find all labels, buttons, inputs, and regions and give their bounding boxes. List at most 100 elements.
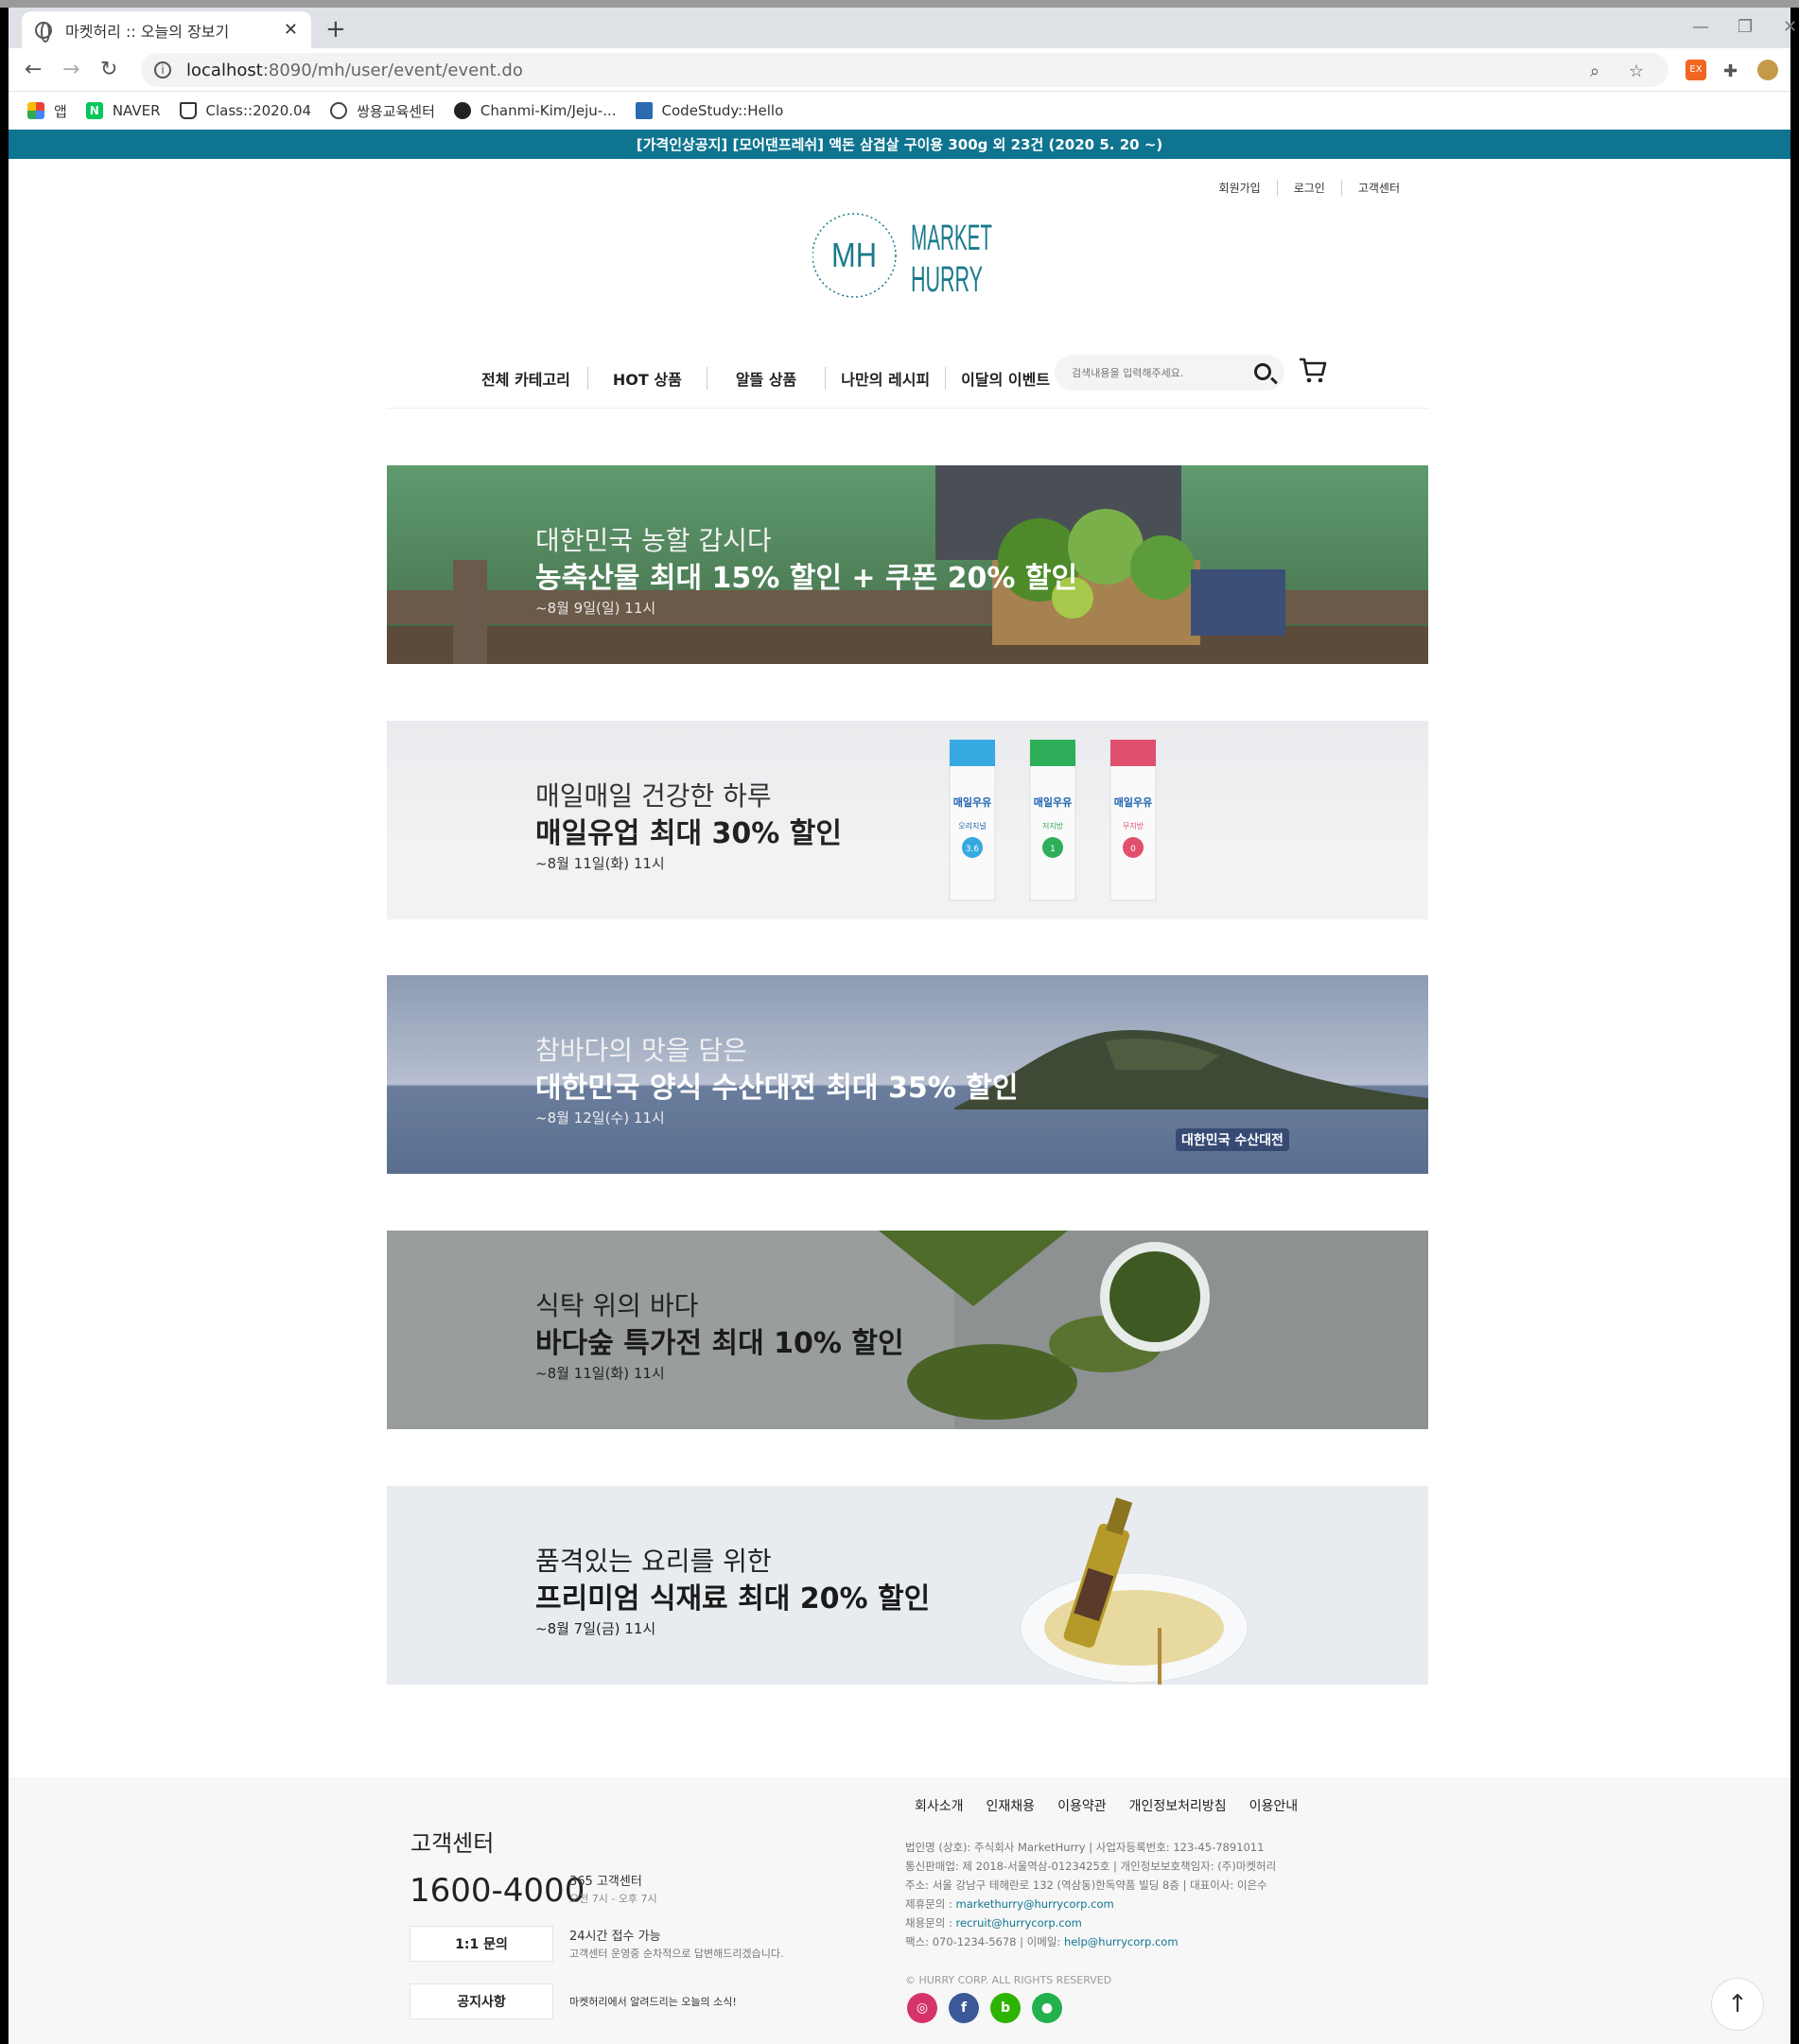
carton-tag: 무지방	[1123, 821, 1144, 830]
footer-link-guide[interactable]: 이용안내	[1249, 1796, 1299, 1815]
cart-icon[interactable]	[1298, 356, 1328, 384]
event-banner-seafood[interactable]: 참바다의 맛을 담은 대한민국 양식 수산대전 최대 35% 할인 ~8월 12…	[387, 975, 1428, 1174]
notice-text: [가격인상공지] [모어댄프레쉬] 액돈 삼겹살 구이용 300g 외 23건 …	[636, 136, 1163, 153]
top-links: 회원가입 로그인 고객센터	[1203, 180, 1416, 196]
bookmark-label: 쌍용교육센터	[357, 102, 435, 120]
close-window-icon[interactable]: ✕	[1783, 17, 1797, 37]
footer-links: 회사소개 인재채용 이용약관 개인정보처리방침 이용안내	[915, 1796, 1320, 1815]
banner-subtitle: 식탁 위의 바다	[535, 1290, 699, 1321]
partner-email-link[interactable]: markethurry@hurrycorp.com	[956, 1897, 1114, 1911]
address-bar[interactable]: i localhost:8090/mh/user/event/event.do	[141, 53, 1668, 87]
browser-tab[interactable]: 마켓허리 :: 오늘의 장보기 ✕	[22, 11, 311, 48]
site-logo[interactable]: MH MARKET HURRY	[812, 210, 992, 301]
zoom-icon[interactable]: ⌕	[1590, 61, 1599, 81]
event-banner-milk[interactable]: 매일우유 오리지널 3.6 매일우유 저지방 1 매일우유 무지방 0 매일매일…	[387, 721, 1428, 919]
footer-link-terms[interactable]: 이용약관	[1057, 1796, 1107, 1815]
forward-icon[interactable]: →	[62, 58, 79, 81]
customer-center-link[interactable]: 고객센터	[1340, 180, 1416, 196]
kakao-icon[interactable]: ●	[1032, 1993, 1062, 2023]
login-link[interactable]: 로그인	[1276, 180, 1341, 196]
fax-contact: 팩스: 070-1234-5678 | 이메일: help@hurrycorp.…	[905, 1932, 1276, 1951]
bookmarks-bar: 앱 N NAVER Class::2020.04 쌍용교육센터 Chanmi-K…	[9, 92, 1790, 130]
banner-period: ~8월 11일(화) 11시	[535, 1365, 665, 1382]
nav-monthly-event[interactable]: 이달의 이벤트	[946, 367, 1065, 390]
partner-label: 제휴문의 :	[905, 1897, 956, 1911]
search-icon[interactable]	[1254, 363, 1271, 380]
restore-icon[interactable]: ❐	[1738, 17, 1753, 37]
carton-fat-value: 1	[1050, 845, 1056, 854]
customer-center-title: 고객센터	[410, 1830, 495, 1857]
bookmark-class[interactable]: Class::2020.04	[179, 102, 311, 119]
bookmark-label: NAVER	[112, 102, 161, 119]
blog-icon[interactable]: b	[990, 1993, 1021, 2023]
profile-avatar[interactable]	[1757, 60, 1778, 80]
globe-icon	[35, 21, 52, 43]
partner-contact: 제휴문의 : markethurry@hurrycorp.com	[905, 1895, 1276, 1913]
bookmark-ssangyong[interactable]: 쌍용교육센터	[330, 101, 435, 121]
browser-window: 마켓허리 :: 오늘의 장보기 ✕ + — ❐ ✕ ← → ↻ i localh…	[0, 0, 1799, 2044]
info-icon[interactable]: i	[154, 61, 171, 79]
bookmark-star-icon[interactable]: ☆	[1629, 61, 1644, 81]
notice-button[interactable]: 공지사항	[410, 1983, 553, 2019]
footer-link-about[interactable]: 회사소개	[915, 1796, 964, 1815]
event-banner-premium[interactable]: 품격있는 요리를 위한 프리미엄 식재료 최대 20% 할인 ~8월 7일(금)…	[387, 1486, 1428, 1685]
carton-fat-value: 3.6	[966, 845, 980, 854]
left-edge	[0, 8, 9, 2044]
nav-bargain-products[interactable]: 알뜰 상품	[707, 366, 827, 390]
banner-subtitle: 품격있는 요리를 위한	[535, 1546, 772, 1577]
bookmark-naver[interactable]: N NAVER	[85, 102, 161, 119]
banner-period: ~8월 11일(화) 11시	[535, 855, 665, 872]
banner-subtitle: 대한민국 농할 갑시다	[535, 525, 772, 556]
company-info-line: 주소: 서울 강남구 테헤란로 132 (역삼동)한독약품 빌딩 8층 | 대표…	[905, 1878, 1267, 1892]
close-tab-icon[interactable]: ✕	[284, 20, 298, 40]
extension-ex-icon[interactable]: EX	[1685, 60, 1706, 80]
reload-icon[interactable]: ↻	[100, 58, 117, 81]
signup-link[interactable]: 회원가입	[1203, 180, 1277, 196]
search-input[interactable]	[1072, 366, 1232, 379]
event-banner-seaweed[interactable]: 식탁 위의 바다 바다숲 특가전 최대 10% 할인 ~8월 11일(화) 11…	[387, 1231, 1428, 1429]
recruit-contact: 채용문의 : recruit@hurrycorp.com	[905, 1913, 1276, 1932]
footer-link-privacy[interactable]: 개인정보처리방침	[1129, 1796, 1227, 1815]
instagram-icon[interactable]: ◎	[907, 1993, 937, 2023]
bookmark-github[interactable]: Chanmi-Kim/Jeju-...	[453, 102, 617, 119]
help-email-link[interactable]: help@hurrycorp.com	[1064, 1935, 1179, 1948]
recruit-email-link[interactable]: recruit@hurrycorp.com	[956, 1916, 1082, 1930]
new-tab-button[interactable]: +	[325, 15, 346, 44]
minimize-icon[interactable]: —	[1692, 17, 1709, 37]
menu-kebab-icon[interactable]: ⋮	[1792, 61, 1799, 81]
social-links: ◎ f b ●	[907, 1993, 1062, 2023]
main-navigation: 전체 카테고리 HOT 상품 알뜰 상품 나만의 레시피 이달의 이벤트	[387, 348, 1428, 409]
event-banner-farm[interactable]: 대한민국 농할 갑시다 농축산물 최대 15% 할인 + 쿠폰 20% 할인 ~…	[387, 465, 1428, 664]
banner-subtitle: 매일매일 건강한 하루	[535, 780, 772, 812]
carton-tag: 저지방	[1042, 821, 1064, 830]
tab-title: 마켓허리 :: 오늘의 장보기	[65, 22, 230, 41]
back-icon[interactable]: ←	[25, 58, 42, 81]
nav-hot-products[interactable]: HOT 상품	[588, 366, 707, 390]
facebook-icon[interactable]: f	[949, 1993, 979, 2023]
milk-carton-lowfat: 매일우유 저지방 1	[1029, 740, 1076, 901]
coffee-icon	[179, 102, 197, 119]
bookmark-label: CodeStudy::Hello	[661, 102, 784, 119]
nav-my-recipe[interactable]: 나만의 레시피	[826, 366, 947, 390]
logo-monogram: MH	[831, 236, 877, 274]
footer-link-careers[interactable]: 인재채용	[987, 1796, 1036, 1815]
extensions-puzzle-icon[interactable]: ✚	[1723, 61, 1738, 81]
scroll-to-top-button[interactable]: ↑	[1711, 1978, 1764, 2031]
window-top-edge	[0, 0, 1799, 8]
copyright: © HURRY CORP. ALL RIGHTS RESERVED	[905, 1974, 1112, 1986]
github-icon	[453, 102, 471, 119]
carton-fat-value: 0	[1130, 845, 1136, 854]
banner-period: ~8월 7일(금) 11시	[535, 1620, 656, 1637]
apps-grid-icon	[27, 102, 44, 119]
banner-title: 대한민국 양식 수산대전 최대 35% 할인	[535, 1072, 1019, 1105]
customer-center-phone: 1600-4000	[410, 1872, 585, 1910]
company-info: 법인명 (상호): 주식회사 MarketHurry | 사업자등록번호: 12…	[905, 1838, 1276, 1951]
nav-all-category[interactable]: 전체 카테고리	[387, 366, 588, 390]
company-info-line: 법인명 (상호): 주식회사 MarketHurry | 사업자등록번호: 12…	[905, 1841, 1265, 1854]
bookmark-apps[interactable]: 앱	[27, 101, 67, 121]
url-path: :8090/mh/user/event/event.do	[262, 60, 523, 80]
notice-bar[interactable]: [가격인상공지] [모어댄프레쉬] 액돈 삼겹살 구이용 300g 외 23건 …	[9, 130, 1790, 159]
bookmark-codestudy[interactable]: CodeStudy::Hello	[635, 102, 784, 119]
search-box	[1055, 355, 1284, 391]
inquiry-button[interactable]: 1:1 문의	[410, 1926, 553, 1962]
